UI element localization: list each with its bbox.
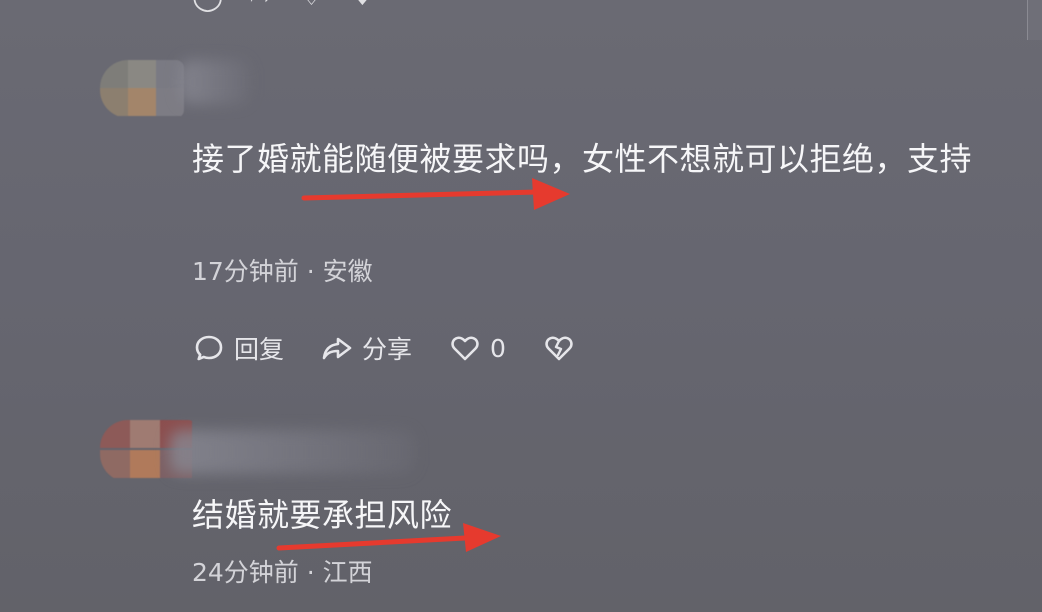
username-blurred[interactable] bbox=[170, 430, 415, 474]
comment-time: 17分钟前 bbox=[192, 257, 299, 286]
meta-separator: · bbox=[306, 257, 323, 286]
top-action-row: ◯ ➦ ♡ ♥ bbox=[192, 0, 375, 12]
comment-location: 安徽 bbox=[322, 257, 373, 286]
red-arrow-annotation bbox=[301, 178, 570, 210]
share-button[interactable]: 分享 bbox=[320, 330, 412, 366]
reply-icon bbox=[192, 331, 226, 365]
like-icon[interactable]: ♡ bbox=[299, 0, 324, 12]
heart-icon bbox=[448, 331, 482, 365]
red-arrow-annotation bbox=[276, 523, 501, 552]
reply-button[interactable]: 回复 bbox=[192, 330, 284, 366]
scrollbar[interactable] bbox=[1027, 0, 1042, 40]
dislike-icon[interactable]: ♥ bbox=[350, 0, 375, 12]
comment-meta: 24分钟前 · 江西 bbox=[192, 553, 373, 589]
username-blurred[interactable] bbox=[180, 60, 250, 104]
reply-label: 回复 bbox=[234, 335, 285, 364]
comment-actions: 回复 分享 0 bbox=[192, 328, 576, 368]
avatar[interactable] bbox=[100, 60, 184, 118]
share-label: 分享 bbox=[362, 335, 413, 364]
share-icon bbox=[320, 331, 354, 365]
like-button[interactable]: 0 bbox=[448, 331, 506, 365]
like-count: 0 bbox=[490, 333, 506, 363]
share-icon[interactable]: ➦ bbox=[249, 0, 272, 12]
reply-icon[interactable]: ◯ bbox=[192, 0, 223, 12]
comment-location: 江西 bbox=[322, 558, 373, 587]
broken-heart-icon bbox=[542, 331, 576, 365]
comment-time: 24分钟前 bbox=[192, 558, 299, 587]
meta-separator: · bbox=[306, 558, 323, 587]
comment-meta: 17分钟前 · 安徽 bbox=[192, 252, 373, 288]
dislike-button[interactable] bbox=[542, 331, 576, 365]
